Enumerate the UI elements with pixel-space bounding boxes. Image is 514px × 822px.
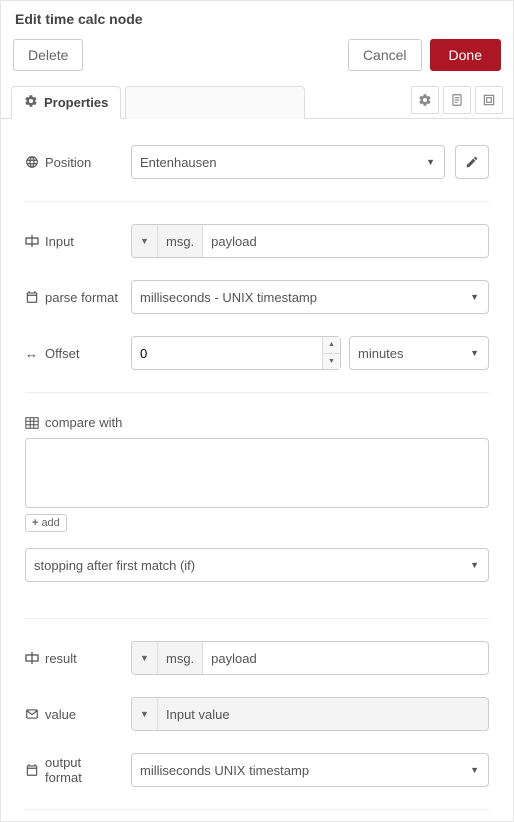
result-type-button[interactable]: ▼ [132, 642, 158, 674]
outputformat-select[interactable]: milliseconds UNIX timestamp [131, 753, 489, 787]
value-display: Input value [158, 698, 488, 730]
table-icon [25, 416, 39, 430]
edit-position-button[interactable] [455, 145, 489, 179]
offset-input[interactable] [131, 336, 341, 370]
input-label: Input [25, 234, 121, 249]
position-label: Position [25, 155, 121, 170]
globe-icon [25, 155, 39, 169]
stopmode-select[interactable]: stopping after first match (if) [25, 548, 489, 582]
plus-icon: + [32, 517, 38, 529]
result-prefix: msg. [158, 642, 203, 674]
value-typed[interactable]: ▼ Input value [131, 697, 489, 731]
arrows-icon: ↔ [25, 346, 39, 360]
position-select[interactable]: Entenhausen [131, 145, 445, 179]
position-label-text: Position [45, 155, 91, 170]
document-icon [450, 93, 464, 107]
envelope-icon [25, 707, 39, 721]
tabs-row: Properties [1, 83, 513, 119]
delete-button[interactable]: Delete [13, 39, 83, 71]
result-typed[interactable]: ▼ msg. [131, 641, 489, 675]
gear-icon [418, 93, 432, 107]
offset-unit-select[interactable]: minutes [349, 336, 489, 370]
result-label-text: result [45, 651, 77, 666]
divider [25, 201, 489, 202]
cancel-button[interactable]: Cancel [348, 39, 422, 71]
edit-panel: Edit time calc node Delete Cancel Done P… [0, 0, 514, 822]
compare-list[interactable] [25, 438, 489, 508]
add-button[interactable]: + add [25, 514, 67, 532]
form-scroll-area[interactable]: Position Entenhausen Input ▼ msg. [1, 119, 513, 821]
frame-icon [482, 93, 496, 107]
result-label: result [25, 651, 121, 666]
divider [25, 392, 489, 393]
tab-empty[interactable] [125, 86, 305, 119]
offset-label-text: Offset [45, 346, 79, 361]
gear-icon [24, 94, 38, 111]
input-prefix: msg. [158, 225, 203, 257]
offset-label: ↔ Offset [25, 346, 121, 361]
input-typed[interactable]: ▼ msg. [131, 224, 489, 258]
tab-properties-label: Properties [44, 95, 108, 110]
offset-spin-up[interactable]: ▲ [323, 337, 340, 354]
divider [25, 809, 489, 810]
pencil-icon [465, 155, 479, 169]
comparewith-label-text: compare with [45, 415, 122, 430]
result-value[interactable] [203, 642, 488, 674]
offset-spin-down[interactable]: ▼ [323, 354, 340, 370]
value-label: value [25, 707, 121, 722]
input-value[interactable] [203, 225, 488, 257]
value-type-button[interactable]: ▼ [132, 698, 158, 730]
divider [25, 618, 489, 619]
outputformat-label-text: output format [45, 755, 121, 785]
add-button-label: add [41, 517, 59, 529]
tab-properties[interactable]: Properties [11, 86, 121, 119]
comparewith-label: compare with [25, 415, 489, 430]
done-button[interactable]: Done [430, 39, 501, 71]
parseformat-label-text: parse format [45, 290, 118, 305]
parseformat-label: parse format [25, 290, 121, 305]
calendar-icon [25, 763, 39, 777]
settings-tab-button[interactable] [411, 86, 439, 114]
result-icon [25, 651, 39, 665]
docs-tab-button[interactable] [443, 86, 471, 114]
parseformat-select[interactable]: milliseconds - UNIX timestamp [131, 280, 489, 314]
outputformat-label: output format [25, 755, 121, 785]
appearance-tab-button[interactable] [475, 86, 503, 114]
calendar-icon [25, 290, 39, 304]
input-label-text: Input [45, 234, 74, 249]
input-type-button[interactable]: ▼ [132, 225, 158, 257]
value-label-text: value [45, 707, 76, 722]
header-buttons: Delete Cancel Done [1, 33, 513, 83]
input-icon [25, 234, 39, 248]
panel-title: Edit time calc node [1, 1, 513, 33]
